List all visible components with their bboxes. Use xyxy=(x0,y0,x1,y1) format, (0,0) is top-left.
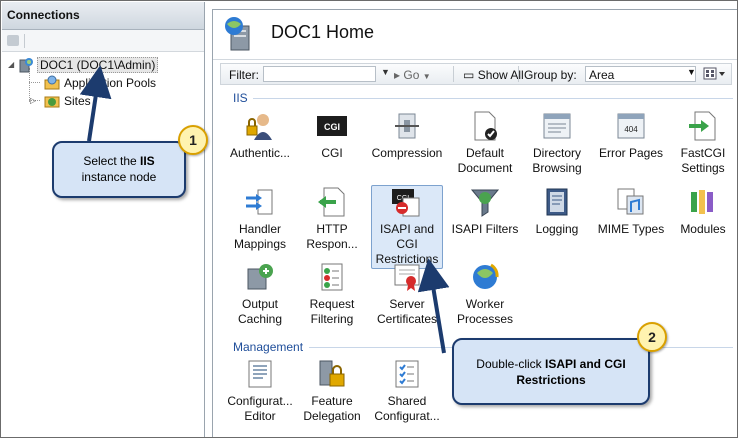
callout-arrow-1 xyxy=(79,65,112,142)
callout-step-1: Select the IIS instance node xyxy=(52,141,186,198)
step-badge-2: 2 xyxy=(637,322,667,352)
step-badge-1: 1 xyxy=(178,125,208,155)
callout-arrow-2 xyxy=(417,258,450,354)
callout-step-2: Double-click ISAPI and CGI Restrictions xyxy=(452,338,650,405)
iis-manager-window: Connections ◢ DOC1 (DOC1\Admin) Applicat… xyxy=(0,0,738,438)
